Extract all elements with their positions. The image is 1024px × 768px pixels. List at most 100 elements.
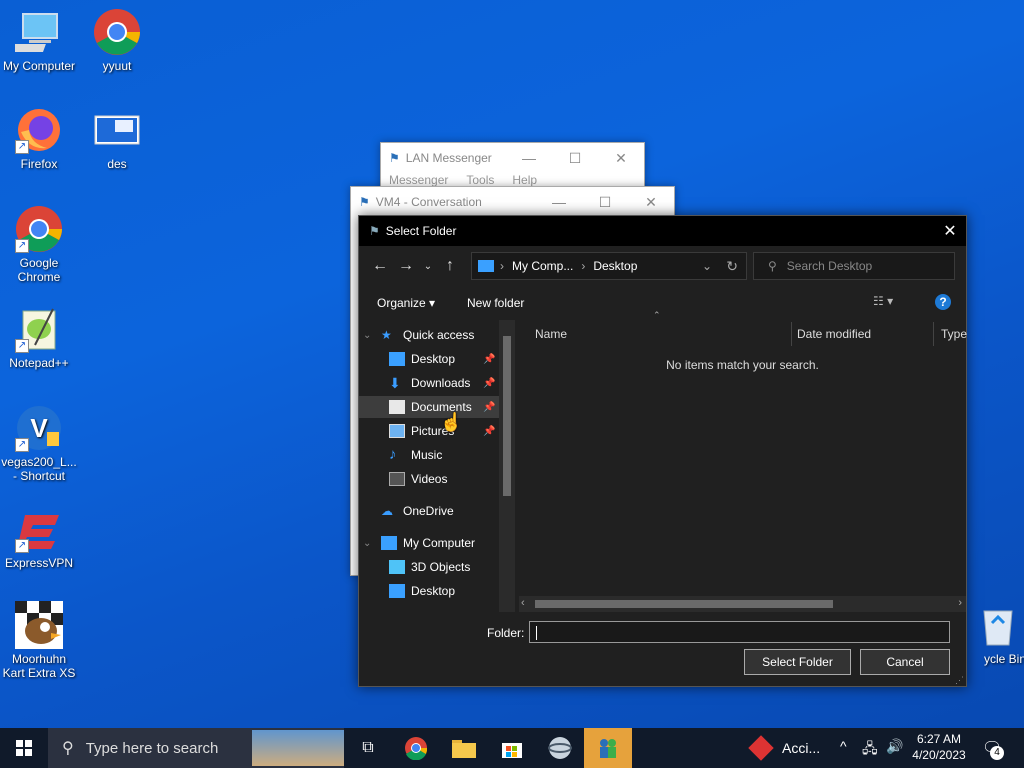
breadcrumb-separator-icon: ›	[581, 259, 586, 273]
desktop-icon-firefox[interactable]: ↗ Firefox	[0, 106, 78, 171]
select-folder-button[interactable]: Select Folder	[744, 649, 851, 675]
search-box[interactable]: ⚲ Search Desktop	[753, 252, 955, 280]
computer-icon	[381, 536, 397, 550]
desktop-icon-moorhuhn[interactable]: Moorhuhn Kart Extra XS	[0, 601, 78, 680]
folder-input[interactable]	[529, 621, 950, 643]
back-arrow-icon[interactable]: ←	[367, 257, 393, 275]
expressvpn-icon: ↗	[15, 505, 63, 553]
breadcrumb-my-computer[interactable]: My Comp...	[512, 259, 573, 273]
breadcrumb-desktop[interactable]: Desktop	[593, 259, 637, 273]
desktop-icon-notepad-plus-plus[interactable]: ↗ Notepad++	[0, 305, 78, 370]
vegas-icon: V ↗	[15, 404, 63, 452]
menu-messenger[interactable]: Messenger	[389, 173, 448, 187]
scrollbar-thumb[interactable]	[503, 336, 511, 496]
scrollbar-thumb[interactable]	[535, 600, 833, 608]
taskbar-file-explorer[interactable]	[440, 728, 488, 768]
tree-item-3d-objects[interactable]: 3D Objects	[389, 556, 515, 578]
cancel-button[interactable]: Cancel	[860, 649, 950, 675]
organize-menu[interactable]: Organize ▾	[377, 296, 435, 310]
text-caret	[536, 625, 537, 640]
clock-date: 4/20/2023	[912, 748, 966, 762]
tree-item-downloads[interactable]: ⬇ Downloads 📌	[389, 372, 515, 394]
tree-label: Desktop	[411, 352, 456, 366]
taskbar-lan-messenger[interactable]	[584, 728, 632, 768]
scroll-left-icon[interactable]: ‹	[521, 597, 525, 609]
taskbar-search-box[interactable]: ⚲ Type here to search	[48, 728, 344, 768]
network-icon[interactable]: 🖧	[862, 738, 878, 762]
desktop-icon-vegas[interactable]: V ↗ vegas200_L... - Shortcut	[0, 404, 78, 483]
refresh-icon[interactable]: ↻	[726, 258, 738, 275]
desktop-icon-label: des	[107, 157, 127, 171]
menu-help[interactable]: Help	[512, 173, 537, 187]
close-icon[interactable]: ✕	[934, 221, 966, 241]
shortcut-arrow-icon: ↗	[15, 539, 29, 553]
tree-item-videos[interactable]: Videos	[389, 468, 515, 490]
column-divider[interactable]	[933, 322, 934, 346]
desktop-icon-label: vegas200_L... - Shortcut	[1, 455, 77, 483]
search-icon: ⚲	[62, 740, 74, 757]
forward-arrow-icon[interactable]: →	[393, 257, 419, 275]
svg-text:V: V	[30, 413, 48, 443]
taskbar-chrome[interactable]	[392, 728, 440, 768]
new-folder-button[interactable]: New folder	[467, 296, 524, 310]
desktop-icon-my-computer[interactable]: My Computer	[0, 8, 78, 73]
folder-label: Folder:	[487, 626, 525, 640]
search-placeholder: Type here to search	[85, 739, 219, 757]
tree-item-documents[interactable]: Documents 📌	[359, 396, 499, 418]
tree-my-computer[interactable]: ⌄ My Computer	[363, 532, 503, 554]
help-icon[interactable]: ?	[935, 294, 951, 310]
tree-label: Quick access	[403, 328, 475, 342]
column-divider[interactable]	[791, 322, 792, 346]
collapse-chevron-icon[interactable]: ⌄	[363, 330, 381, 341]
chevron-up-icon[interactable]: ^	[840, 738, 847, 754]
horizontal-scrollbar[interactable]: ‹ ›	[519, 596, 966, 612]
navigation-bar: ← → ⌄ ↑ › My Comp... › Desktop ⌄ ↻ ⚲ Sea…	[367, 252, 955, 280]
start-button[interactable]	[0, 728, 48, 768]
close-button[interactable]: ✕	[628, 194, 674, 211]
tree-item-music[interactable]: ♪ Music	[389, 444, 515, 466]
maximize-button[interactable]: ☐	[582, 194, 628, 211]
menu-tools[interactable]: Tools	[466, 173, 494, 187]
minimize-button[interactable]: —	[536, 194, 582, 210]
tree-item-desktop[interactable]: Desktop 📌	[389, 348, 515, 370]
desktop-icon-label: My Computer	[2, 59, 76, 73]
star-icon: ★	[381, 328, 392, 342]
taskbar-store[interactable]	[488, 728, 536, 768]
collapse-chevron-icon[interactable]: ⌄	[363, 538, 381, 549]
file-list[interactable]: Name ⌃ Date modified Type No items match…	[519, 310, 967, 612]
column-type[interactable]: Type	[941, 322, 967, 346]
column-name[interactable]: Name	[535, 322, 791, 346]
task-view-icon[interactable]: ⧉	[344, 728, 392, 768]
scroll-right-icon[interactable]: ›	[958, 597, 962, 609]
document-icon	[389, 400, 405, 414]
select-folder-dialog[interactable]: ⚑ Select Folder ✕ ← → ⌄ ↑ › My Comp... ›…	[358, 215, 967, 687]
recent-locations-chevron-icon[interactable]: ⌄	[419, 261, 437, 272]
tray-app[interactable]: Acci...	[748, 728, 820, 768]
windows-logo-icon	[16, 740, 32, 756]
clock[interactable]: 6:27 AM 4/20/2023	[908, 731, 970, 763]
desktop-icon-des[interactable]: des	[78, 106, 156, 171]
close-button[interactable]: ✕	[598, 150, 644, 167]
column-date-modified[interactable]: Date modified	[797, 322, 871, 346]
tree-quick-access[interactable]: ⌄ ★ Quick access	[363, 324, 503, 346]
view-options-icon[interactable]: ☷ ▾	[873, 294, 893, 308]
desktop-icon-google-chrome[interactable]: ↗ Google Chrome	[0, 205, 78, 284]
computer-icon	[478, 260, 494, 272]
notifications-button[interactable]: 🗨 4	[982, 738, 1004, 760]
resize-grip-icon[interactable]: ⋰	[955, 675, 964, 686]
tree-scrollbar[interactable]	[499, 320, 515, 612]
minimize-button[interactable]: —	[506, 150, 552, 166]
breadcrumb-separator-icon: ›	[500, 259, 504, 273]
taskbar-app-globe[interactable]	[536, 728, 584, 768]
address-bar[interactable]: › My Comp... › Desktop ⌄ ↻	[471, 252, 747, 280]
desktop-icon-yyuut[interactable]: yyuut	[78, 8, 156, 73]
up-arrow-icon[interactable]: ↑	[437, 257, 463, 275]
dialog-title-bar[interactable]: ⚑ Select Folder ✕	[359, 216, 966, 246]
tree-item-pc-desktop[interactable]: Desktop	[389, 580, 515, 602]
desktop-icon-expressvpn[interactable]: ↗ ExpressVPN	[0, 505, 78, 570]
tree-onedrive[interactable]: ☁ OneDrive	[381, 500, 515, 522]
maximize-button[interactable]: ☐	[552, 150, 598, 167]
address-dropdown-icon[interactable]: ⌄	[702, 259, 712, 273]
desktop-icon-label: Firefox	[20, 157, 58, 171]
volume-icon[interactable]: 🔊	[886, 738, 903, 755]
